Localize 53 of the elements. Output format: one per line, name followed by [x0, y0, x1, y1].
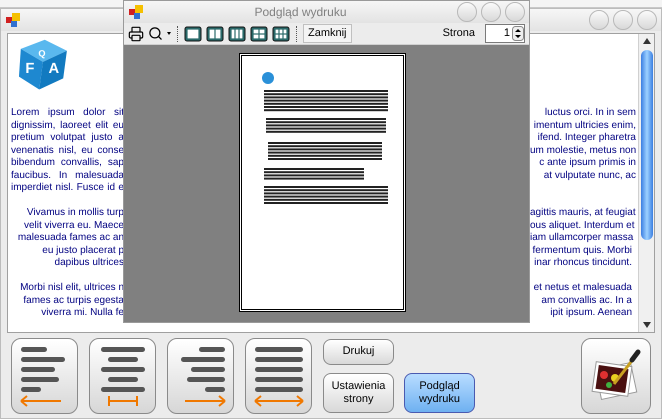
page-spinner[interactable]: 1 [485, 24, 525, 43]
text-fragment: fames ac turpis egesta [23, 294, 124, 306]
text-fragment: imentum ultricies enim, [534, 120, 636, 130]
align-button[interactable] [245, 338, 312, 414]
align-button[interactable] [89, 338, 156, 414]
vertical-scrollbar[interactable] [638, 34, 654, 332]
text-fragment: viverra mi. Nulla fe [41, 307, 124, 318]
page-layout-icon[interactable] [228, 26, 246, 42]
text-fragment: agittis mauris, at feugiat [530, 207, 636, 218]
close-button[interactable]: Zamknij [303, 24, 352, 43]
action-button[interactable]: Ustawienia strony [323, 372, 394, 412]
align-button[interactable] [167, 338, 234, 414]
page-layout-icon[interactable] [250, 26, 268, 42]
action-button[interactable]: Podgląd wydruku [404, 372, 475, 412]
scroll-down-icon[interactable] [642, 322, 650, 328]
text-fragment: venenatis nisl, eu conse [11, 144, 124, 156]
text-fragment: am convallis ac. In a [541, 294, 632, 306]
text-fragment: faucibus. In malesuada [11, 170, 124, 180]
action-button[interactable]: Drukuj [323, 338, 394, 364]
text-fragment: ous aliquet. Interdum et [530, 220, 635, 230]
text-fragment: Lorem ipsum dolor sit [11, 107, 124, 118]
text-fragment: dignissim, laoreet elit eu [11, 120, 124, 130]
image-button[interactable] [581, 338, 651, 414]
page-layout-icon[interactable] [206, 26, 224, 42]
text-fragment: velit viverra eu. Maece [24, 220, 124, 230]
text-fragment: et netus et malesuada [534, 282, 632, 293]
text-fragment: c ante ipsum primis in [539, 157, 636, 168]
page-layout-icon[interactable] [184, 26, 202, 42]
spinner-arrows-icon[interactable] [512, 26, 524, 41]
app-icon [5, 12, 21, 28]
text-fragment: ipit ipsum. Aenean [550, 307, 632, 318]
zoom-icon[interactable] [148, 26, 163, 41]
align-button[interactable] [11, 338, 78, 414]
text-fragment: inar rhoncus tincidunt. [534, 257, 632, 268]
text-fragment: luctus orci. In in sem [544, 107, 636, 118]
printer-icon[interactable] [128, 26, 144, 42]
text-fragment: dapibus ultrices [54, 257, 124, 268]
text-fragment: Vivamus in mollis turp [26, 207, 124, 218]
caret-icon[interactable] [167, 32, 171, 35]
faq-cube-logo: F A Q [11, 36, 73, 95]
scroll-up-icon[interactable] [642, 38, 650, 44]
page-label: Strona [442, 26, 475, 42]
text-fragment: fermentum quis. Morbi [532, 244, 632, 256]
text-fragment: um molestie, metus non [530, 144, 636, 156]
app-icon [128, 4, 144, 20]
dialog-title: Podgląd wydruku [254, 5, 347, 19]
text-fragment: iam ullamcorper massa [530, 232, 634, 243]
scrollbar-thumb[interactable] [640, 50, 652, 240]
text-fragment: at vulputate nunc, ac [544, 170, 636, 180]
page-layout-icon[interactable] [272, 26, 290, 42]
text-fragment: bibendum convallis, sap [11, 157, 124, 168]
page-number: 1 [504, 26, 511, 42]
text-fragment: ifend. Integer pharetra [538, 132, 636, 143]
